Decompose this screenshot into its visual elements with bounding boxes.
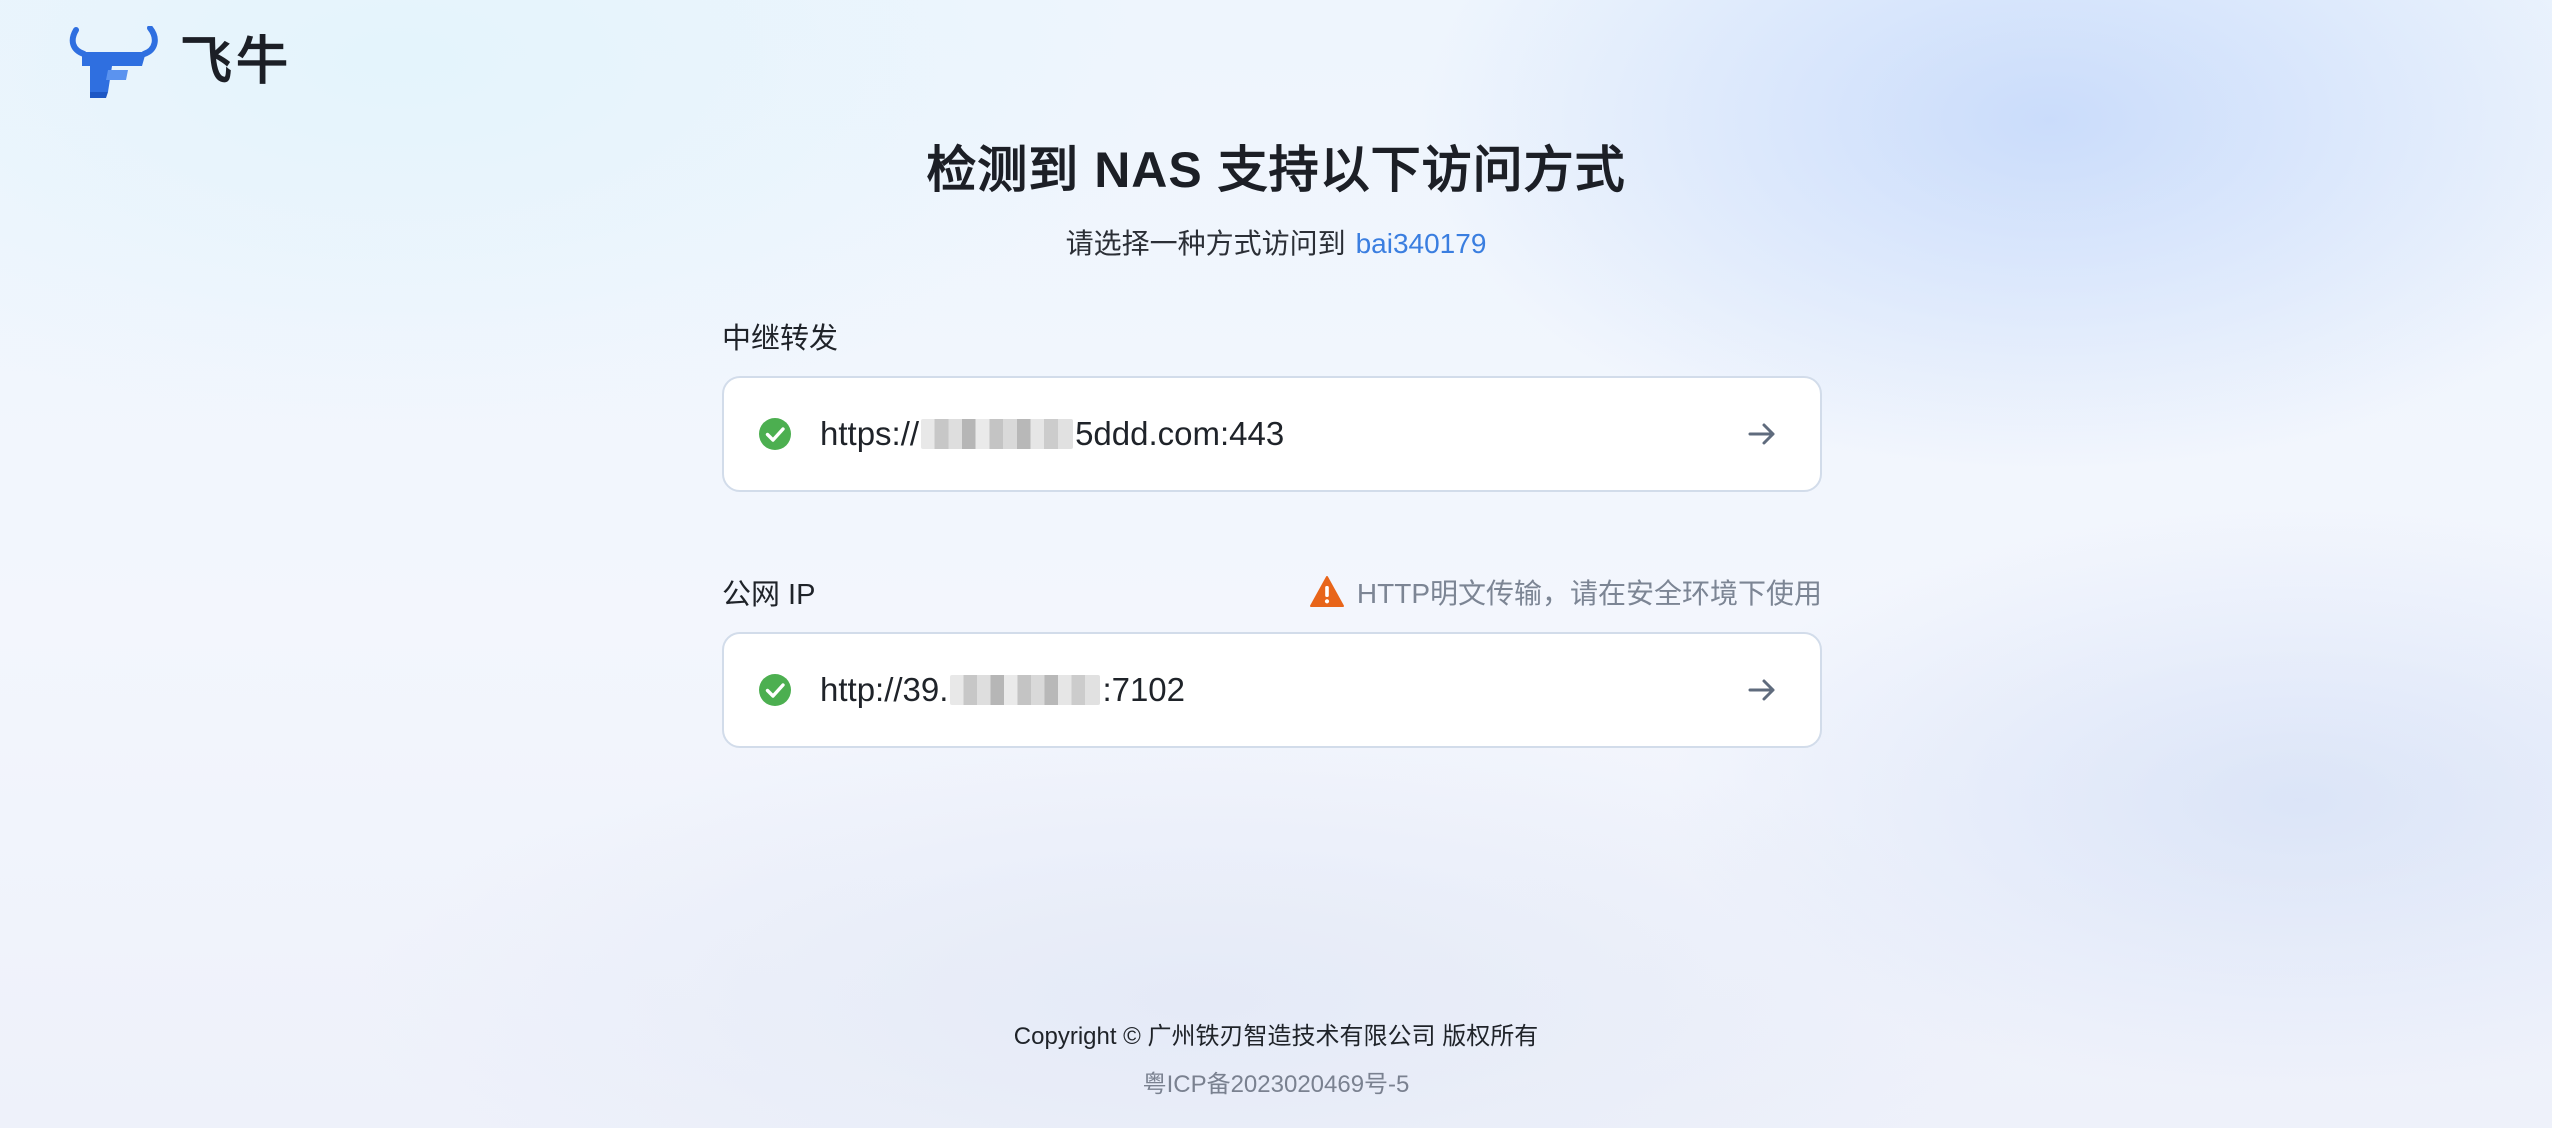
url-suffix: 5ddd.com:443	[1075, 415, 1285, 452]
brand-logo: 飞牛	[66, 26, 292, 98]
relay-access-option[interactable]: https:// 5ddd.com:443	[722, 376, 1822, 492]
access-method-relay: 中继转发 https:// 5ddd.com:443	[722, 316, 1822, 492]
check-circle-icon	[759, 418, 791, 450]
public-ip-access-option[interactable]: http://39. :7102	[722, 632, 1822, 748]
http-warning: HTTP明文传输，请在安全环境下使用	[1309, 572, 1822, 612]
arrow-right-icon[interactable]	[1744, 416, 1780, 452]
url-prefix: http://39.	[820, 671, 949, 708]
device-name: bai340179	[1355, 228, 1487, 259]
redacted-mosaic	[950, 675, 1101, 705]
access-method-public-ip: 公网 IP HTTP明文传输，请在安全环境下使用 http://39. :7102	[722, 572, 1822, 748]
brand-name: 飞牛	[180, 33, 293, 91]
redacted-mosaic	[921, 419, 1074, 449]
relay-url: https:// 5ddd.com:443	[820, 415, 1744, 453]
check-circle-icon	[759, 674, 791, 706]
subtitle-text: 请选择一种方式访问到	[1065, 228, 1346, 259]
arrow-right-icon[interactable]	[1744, 672, 1780, 708]
url-prefix: https://	[820, 415, 920, 452]
section-label-relay: 中继转发	[722, 323, 839, 355]
public-ip-url: http://39. :7102	[820, 671, 1744, 709]
page-title: 检测到 NAS 支持以下访问方式	[926, 142, 1626, 198]
section-header: 中继转发	[722, 316, 1822, 356]
fnos-bull-logo-icon	[69, 26, 158, 98]
icp-link[interactable]: 粤ICP备2023020469号-5	[0, 1064, 2552, 1099]
section-label-public-ip: 公网 IP	[722, 579, 816, 611]
copyright-text: Copyright © 广州铁刃智造技术有限公司 版权所有	[1013, 1023, 1539, 1050]
warning-text: HTTP明文传输，请在安全环境下使用	[1356, 578, 1822, 609]
section-header: 公网 IP HTTP明文传输，请在安全环境下使用	[722, 572, 1822, 612]
url-suffix: :7102	[1102, 671, 1186, 708]
warning-triangle-icon	[1309, 576, 1344, 607]
page-subtitle: 请选择一种方式访问到 bai340179	[0, 222, 2552, 262]
